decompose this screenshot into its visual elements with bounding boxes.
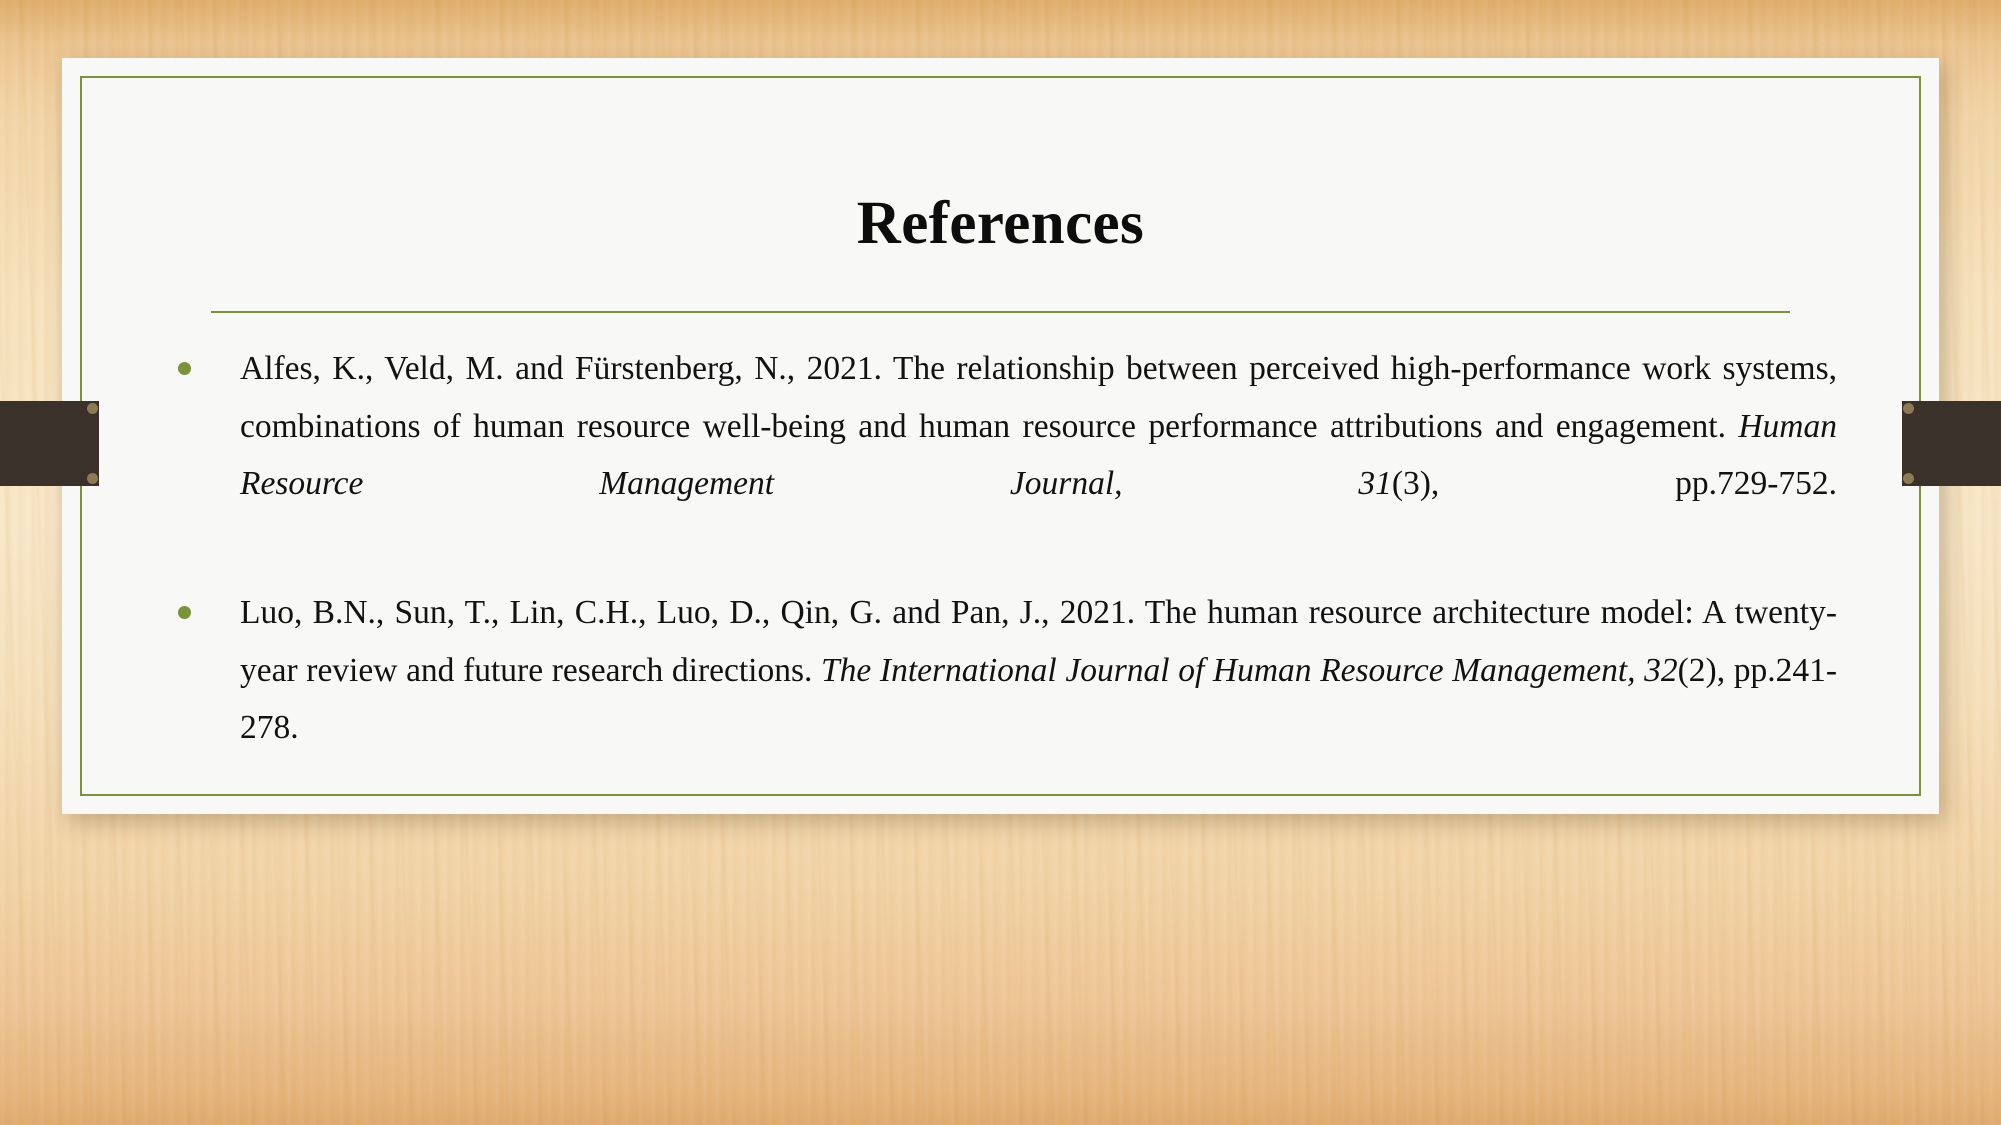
stud-dot-icon (1903, 473, 1914, 484)
bullet-dot-shape (178, 362, 191, 375)
reference-1-issue-pages: (3), pp.729-752. (1391, 465, 1838, 502)
stud-dot-icon (87, 403, 98, 414)
bullet-dot-icon (172, 340, 240, 380)
reference-1-volume: 31 (1358, 465, 1392, 502)
reference-text: Luo, B.N., Sun, T., Lin, C.H., Luo, D., … (240, 584, 1837, 814)
slide-canvas: References Alfes, K., Veld, M. and Fürst… (0, 0, 2001, 1125)
left-side-tab-decoration (0, 401, 99, 486)
list-item: Luo, B.N., Sun, T., Lin, C.H., Luo, D., … (172, 584, 1837, 814)
reference-2-volume: 32 (1644, 651, 1678, 689)
right-side-tab-decoration (1902, 401, 2001, 486)
reference-2-journal: The International Journal of Human Resou… (821, 651, 1628, 689)
page-title: References (856, 190, 1145, 257)
stud-dot-icon (1903, 403, 1914, 414)
slide-content-card: References Alfes, K., Veld, M. and Fürst… (62, 58, 1939, 814)
reference-1-part-normal-a: Alfes, K., Veld, M. and Fürstenberg, N.,… (240, 350, 1837, 445)
reference-text: Alfes, K., Veld, M. and Fürstenberg, N.,… (240, 340, 1837, 570)
stud-dot-icon (87, 473, 98, 484)
bullet-dot-icon (172, 584, 240, 624)
bullet-dot-shape (178, 606, 191, 619)
reference-1-separator: , (1114, 465, 1359, 502)
title-divider (211, 311, 1790, 313)
reference-2-separator: , (1627, 651, 1645, 689)
references-list: Alfes, K., Veld, M. and Fürstenberg, N.,… (172, 340, 1837, 828)
list-item: Alfes, K., Veld, M. and Fürstenberg, N.,… (172, 340, 1837, 570)
